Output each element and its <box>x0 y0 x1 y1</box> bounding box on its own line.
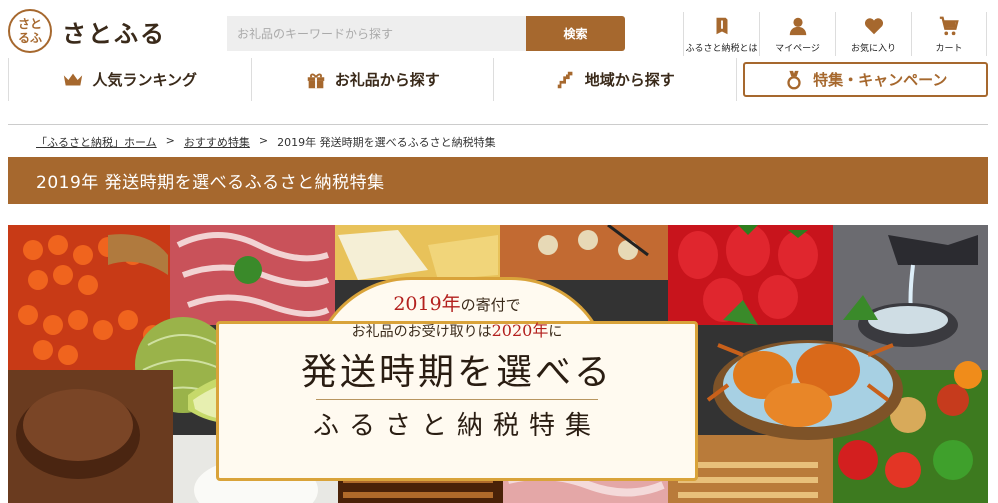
hero-message-card: 2019年の寄付で お礼品のお受け取りは2020年に 発送時期を選べる ふるさと… <box>216 277 698 483</box>
util-label: カート <box>935 44 963 54</box>
hero-divider <box>316 399 598 400</box>
nav-label: 人気ランキング <box>92 71 198 89</box>
logo-text: さとふる <box>62 19 166 48</box>
book-icon <box>716 17 727 35</box>
user-icon <box>789 17 806 36</box>
nav-label: 特集・キャンペーン <box>813 71 948 89</box>
hero-line-1: 2019年の寄付で <box>216 289 698 316</box>
util-mypage[interactable]: マイページ <box>759 12 835 56</box>
util-label: ふるさと納税とは <box>685 44 758 54</box>
svg-text:るふ: るふ <box>18 31 42 45</box>
page-title-bar: 2019年 発送時期を選べるふるさと納税特集 <box>8 157 988 204</box>
hero-line2-text: お礼品のお受け取りは <box>351 324 492 340</box>
heart-icon <box>864 18 883 35</box>
crown-icon <box>64 73 83 85</box>
nav-gifts[interactable]: お礼品から探す <box>252 58 494 101</box>
gift-icon <box>307 73 324 88</box>
search-input[interactable] <box>227 16 526 51</box>
hero-line2-suffix: に <box>548 324 563 340</box>
search-bar: 検索 <box>227 16 625 51</box>
breadcrumb-parent[interactable]: おすすめ特集 <box>184 134 250 150</box>
search-button[interactable]: 検索 <box>526 16 625 51</box>
nav-label: 地域から探す <box>584 71 675 89</box>
breadcrumb-separator: > <box>258 134 269 147</box>
hero-title: 発送時期を選べる <box>300 352 613 393</box>
nav-ranking[interactable]: 人気ランキング <box>8 58 252 101</box>
util-favorites[interactable]: お気に入り <box>835 12 911 56</box>
site-header: さと るふ さとふる 検索 ふるさと納税とは マイページ お気に入り <box>0 0 998 58</box>
util-cart[interactable]: カート <box>911 12 987 56</box>
utility-menu: ふるさと納税とは マイページ お気に入り カート <box>683 12 987 56</box>
hero-line-2: お礼品のお受け取りは2020年に <box>216 317 698 341</box>
nav-label: お礼品から探す <box>334 71 440 89</box>
nav-campaign[interactable]: 特集・キャンペーン <box>742 62 988 97</box>
util-label: マイページ <box>775 44 820 54</box>
hero-line1-text: の寄付で <box>460 296 521 314</box>
breadcrumb-separator: > <box>165 134 175 147</box>
nav-region[interactable]: 地域から探す <box>494 58 737 101</box>
hero-year-highlight: 2019年 <box>393 293 461 315</box>
breadcrumb-home[interactable]: 「ふるさと納税」ホーム <box>36 134 157 150</box>
breadcrumb-current: 2019年 発送時期を選べるふるさと納税特集 <box>277 136 496 149</box>
header-divider <box>8 124 988 125</box>
hero-subtitle: ふるさと納税特集 <box>312 411 601 441</box>
hero-year-highlight: 2020年 <box>491 321 549 340</box>
logo-mark: さと るふ <box>8 9 52 53</box>
region-icon <box>557 71 573 88</box>
medal-icon <box>787 70 801 89</box>
hero-banner[interactable]: 2019年の寄付で お礼品のお受け取りは2020年に 発送時期を選べる ふるさと… <box>8 225 988 503</box>
site-logo[interactable]: さと るふ さとふる <box>8 9 166 53</box>
svg-text:さと: さと <box>18 17 42 31</box>
main-nav: 人気ランキング お礼品から探す 地域から探す 特集・キャンペーン <box>8 58 988 101</box>
breadcrumb: 「ふるさと納税」ホーム > おすすめ特集 > 2019年 発送時期を選べるふるさ… <box>36 134 496 150</box>
cart-icon <box>939 16 959 36</box>
util-about[interactable]: ふるさと納税とは <box>683 12 759 56</box>
page-title: 2019年 発送時期を選べるふるさと納税特集 <box>36 173 385 193</box>
util-label: お気に入り <box>850 44 896 54</box>
